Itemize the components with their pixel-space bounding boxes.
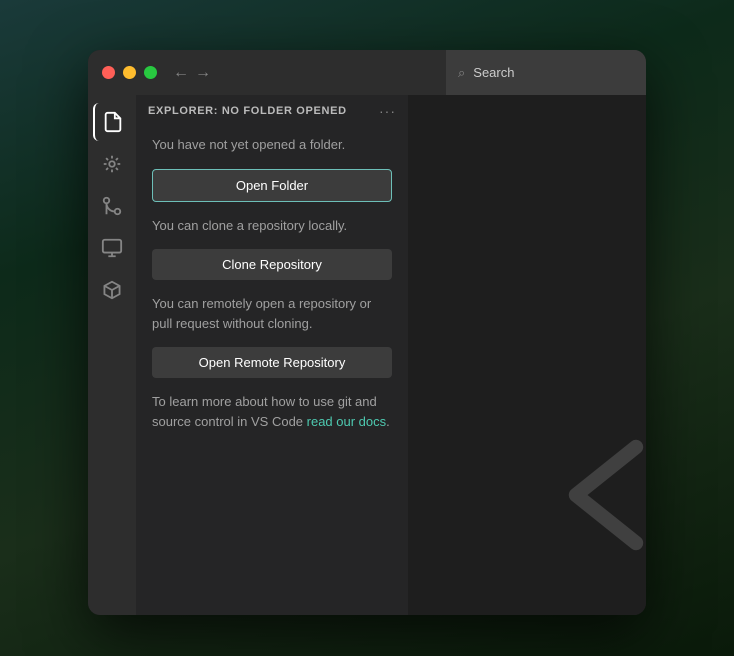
search-label: Search — [473, 65, 514, 80]
no-folder-description: You have not yet opened a folder. — [152, 135, 392, 155]
search-bar[interactable]: ⌕ Search — [446, 50, 646, 95]
traffic-lights — [88, 66, 157, 79]
activity-bar — [88, 95, 136, 615]
docs-link[interactable]: read our docs — [307, 414, 387, 429]
maximize-button[interactable] — [144, 66, 157, 79]
sidebar: EXPLORER: NO FOLDER OPENED ··· You have … — [136, 95, 408, 615]
forward-arrow-icon[interactable]: → — [195, 65, 211, 81]
open-folder-button[interactable]: Open Folder — [152, 169, 392, 202]
minimize-button[interactable] — [123, 66, 136, 79]
activity-item-remote[interactable] — [93, 229, 131, 267]
sidebar-header: EXPLORER: NO FOLDER OPENED ··· — [136, 95, 408, 127]
docs-description: To learn more about how to use git and s… — [152, 392, 392, 431]
activity-item-source-control[interactable] — [93, 187, 131, 225]
sidebar-title: EXPLORER: NO FOLDER OPENED — [148, 105, 347, 117]
search-icon: ⌕ — [458, 65, 465, 81]
editor-area — [408, 95, 646, 615]
clone-repository-button[interactable]: Clone Repository — [152, 249, 392, 280]
activity-item-extensions[interactable] — [93, 271, 131, 309]
activity-item-debug[interactable] — [93, 145, 131, 183]
sidebar-content: You have not yet opened a folder. Open F… — [136, 127, 408, 447]
open-remote-repository-button[interactable]: Open Remote Repository — [152, 347, 392, 378]
sidebar-menu-icon[interactable]: ··· — [379, 103, 396, 119]
content-area: EXPLORER: NO FOLDER OPENED ··· You have … — [88, 95, 646, 615]
activity-item-explorer[interactable] — [93, 103, 131, 141]
close-button[interactable] — [102, 66, 115, 79]
remote-description: You can remotely open a repository or pu… — [152, 294, 392, 333]
docs-text-after: . — [386, 414, 390, 429]
vscode-watermark — [546, 435, 646, 555]
app-window: ← → ⌕ Search — [88, 50, 646, 615]
back-arrow-icon[interactable]: ← — [173, 65, 189, 81]
titlebar: ← → ⌕ Search — [88, 50, 646, 95]
clone-description: You can clone a repository locally. — [152, 216, 392, 236]
nav-arrows: ← → — [173, 65, 211, 81]
